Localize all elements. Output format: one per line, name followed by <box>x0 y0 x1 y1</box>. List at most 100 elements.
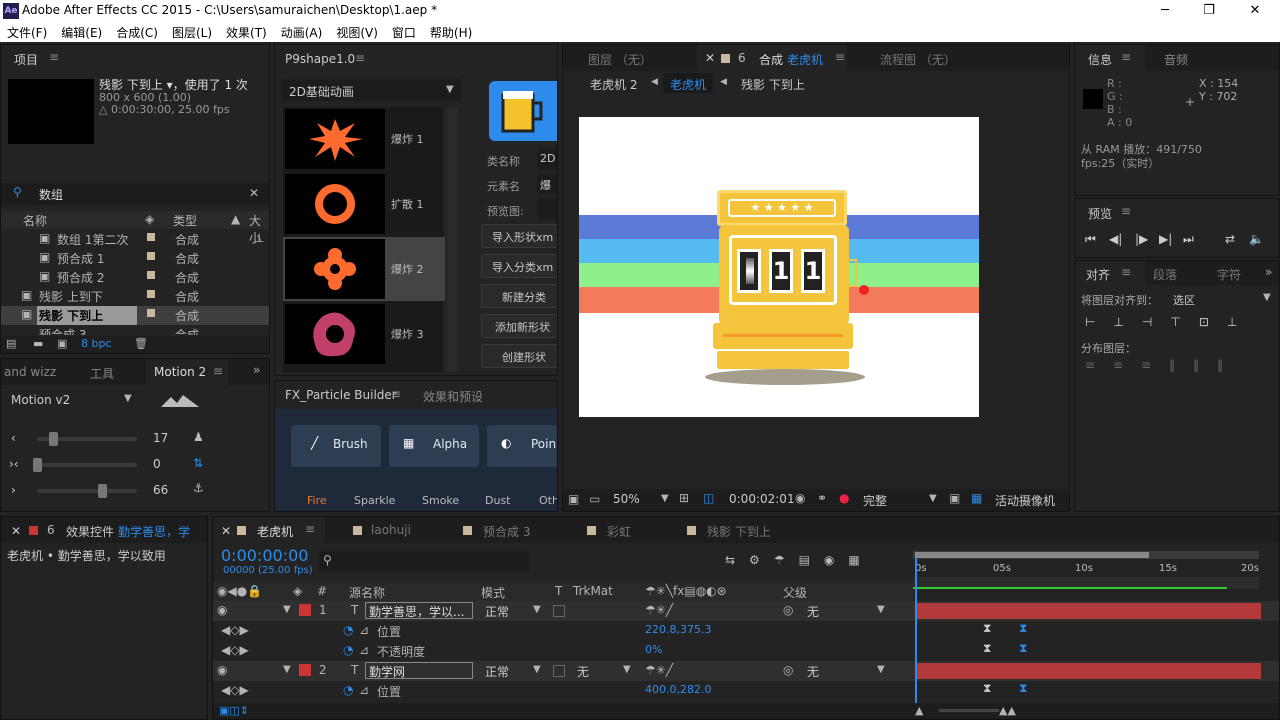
thumb-scrollbar[interactable] <box>447 107 457 372</box>
ease-both-value[interactable]: 0 <box>153 457 161 471</box>
list-item[interactable]: ▣ 残影 上到下 合成 <box>1 287 269 306</box>
graph-icon[interactable]: ⊿ <box>359 623 369 637</box>
preview-tab[interactable]: 预览 <box>1088 205 1112 222</box>
category-select[interactable]: 2D基础动画 ▼ <box>281 79 461 101</box>
audio-tab[interactable]: 音频 <box>1164 51 1188 68</box>
eye-icon[interactable]: ◉ <box>217 603 227 617</box>
property-row[interactable]: ◀◇▶ ◔ ⊿ 位置 220.8,375.3 <box>213 621 913 641</box>
graph-icon[interactable]: ⊿ <box>359 683 369 697</box>
channel-icon[interactable]: ⚭ <box>817 491 827 505</box>
col-name[interactable]: 名称 <box>23 212 47 229</box>
flowchart-tab[interactable]: 流程图 （无） <box>880 51 956 68</box>
chevron-down-icon[interactable]: ▼ <box>623 664 631 675</box>
list-item[interactable]: ▣ 预合成 1 合成 <box>1 249 269 268</box>
ease-both-slider[interactable] <box>37 463 137 467</box>
list-item[interactable]: ▣ 预合成 2 合成 <box>1 268 269 287</box>
timeline-tab-1[interactable]: 老虎机 <box>257 523 293 540</box>
twirl-down-icon[interactable]: ▼ <box>283 664 291 675</box>
label-color[interactable] <box>299 664 311 676</box>
trkmat-box[interactable] <box>553 605 565 617</box>
menu-composition[interactable]: 合成(C) <box>109 22 165 42</box>
blend-mode-select[interactable]: 正常 <box>485 603 509 620</box>
zoom-in-icon[interactable]: ▲▲ <box>999 704 1016 717</box>
timeline-tab-5[interactable]: 残影 下到上 <box>707 523 771 540</box>
panel-menu-icon[interactable]: ≡ <box>391 387 401 401</box>
panel-menu-icon[interactable]: ≡ <box>213 364 223 378</box>
lock-icon[interactable]: 6 <box>738 51 746 65</box>
panel-menu-icon[interactable]: ≡ <box>1121 50 1131 64</box>
work-area-bar[interactable] <box>913 551 1259 559</box>
tab-other[interactable]: Oth <box>539 494 557 507</box>
character-tab[interactable]: 字符 <box>1217 266 1241 283</box>
menu-animation[interactable]: 动画(A) <box>274 22 330 42</box>
ease-in-value[interactable]: 17 <box>153 431 168 445</box>
blend-mode-select[interactable]: 正常 <box>485 663 509 680</box>
chevron-down-icon[interactable]: ▼ <box>877 664 885 675</box>
parent-pickwhip-icon[interactable]: ◎ <box>783 663 793 677</box>
panel-menu-icon[interactable]: ≡ <box>835 50 845 64</box>
add-shape-button[interactable]: 添加新形状 <box>481 314 557 338</box>
menu-window[interactable]: 窗口 <box>385 22 423 42</box>
distribute-buttons[interactable]: ≡≡≡‖‖‖ <box>1085 358 1241 372</box>
overflow-icon[interactable]: » <box>1265 265 1272 279</box>
keyframe-marker[interactable]: ⧗ <box>1019 681 1027 696</box>
volume-icon[interactable]: 🔈 <box>1249 232 1264 246</box>
chevron-down-icon[interactable]: ▼ <box>533 664 541 675</box>
lock-icon[interactable]: 6 <box>47 523 55 537</box>
clear-search-icon[interactable]: ✕ <box>249 186 259 200</box>
tab-smoke[interactable]: Smoke <box>422 494 459 507</box>
last-frame-icon[interactable]: ⏭ <box>1183 232 1194 247</box>
breadcrumb-1[interactable]: 老虎机 2 <box>590 76 637 93</box>
chevron-down-icon[interactable]: ▼ <box>877 604 885 615</box>
transparency-icon[interactable]: ▦ <box>971 491 982 505</box>
pin-icon[interactable]: ♟ <box>193 430 204 444</box>
point-button[interactable]: ◐ Poin <box>487 425 557 467</box>
tab-dust[interactable]: Dust <box>485 494 511 507</box>
stopwatch-icon[interactable]: ◔ <box>343 623 353 637</box>
layer-row[interactable]: ◉ ▼ 1 T 勤学善思，学以... 正常 ▼ ☂✳╱ ◎ 无 ▼ <box>213 601 1279 621</box>
layer-switches[interactable]: ☂✳╱ <box>645 603 673 617</box>
zoom-select[interactable]: 50% <box>613 492 640 506</box>
align-to-select[interactable]: 选区 <box>1173 292 1195 308</box>
mountain-icon[interactable] <box>161 394 199 408</box>
new-folder-icon[interactable]: ▬ <box>33 337 43 350</box>
layer-name[interactable]: 勤学善思，学以... <box>365 602 473 619</box>
anchor-icon[interactable]: ⚓ <box>193 481 204 495</box>
stopwatch-icon[interactable]: ◔ <box>343 683 353 697</box>
new-category-button[interactable]: 新建分类 <box>481 284 557 308</box>
menu-layer[interactable]: 图层(L) <box>165 22 219 42</box>
new-comp-icon[interactable]: ▣ <box>57 337 67 350</box>
tab-fire[interactable]: Fire <box>307 494 327 507</box>
menu-effect[interactable]: 效果(T) <box>219 22 274 42</box>
current-time[interactable]: 0:00:02:01 <box>729 492 795 506</box>
parent-select[interactable]: 无 <box>807 603 819 620</box>
align-tab[interactable]: 对齐 <box>1086 266 1110 283</box>
slider-knob[interactable] <box>98 484 107 498</box>
effect-controls-tab[interactable]: 效果控件 <box>66 523 114 540</box>
bpc-button[interactable]: 8 bpc <box>81 337 112 350</box>
label-color[interactable] <box>299 604 311 616</box>
paragraph-tab[interactable]: 段落 <box>1153 266 1177 283</box>
alpha-button[interactable]: ▦ Alpha <box>389 425 479 467</box>
parent-select[interactable]: 无 <box>807 663 819 680</box>
timeline-tab-4[interactable]: 彩虹 <box>607 523 631 540</box>
keyframe-marker[interactable]: ⧗ <box>983 681 991 696</box>
ease-out-value[interactable]: 66 <box>153 483 168 497</box>
thumb-explode-1[interactable] <box>285 109 385 169</box>
slider-knob[interactable] <box>33 458 42 472</box>
trash-icon[interactable]: 🗑 <box>134 337 148 350</box>
breadcrumb-3[interactable]: 残影 下到上 <box>741 76 805 93</box>
comp-tab-name[interactable]: 老虎机 <box>787 51 823 68</box>
layer-tab[interactable]: 图层 （无） <box>588 51 652 68</box>
thumb-explode-2[interactable] <box>285 239 385 299</box>
panel-menu-icon[interactable]: ≡ <box>1121 204 1131 218</box>
create-shape-button[interactable]: 创建形状 <box>481 344 557 368</box>
property-value[interactable]: 400.0,282.0 <box>645 683 711 696</box>
timeline-tab-2[interactable]: laohuji <box>371 523 411 537</box>
close-tab-icon[interactable]: ✕ <box>705 51 715 65</box>
thumb-spread-1[interactable] <box>285 174 385 234</box>
next-frame-icon[interactable]: ▶| <box>1159 232 1172 246</box>
chevron-down-icon[interactable]: ▼ <box>124 393 132 404</box>
keyframe-nav-icon[interactable]: ◀◇▶ <box>221 623 249 637</box>
eye-icon[interactable]: ◉ <box>217 663 227 677</box>
